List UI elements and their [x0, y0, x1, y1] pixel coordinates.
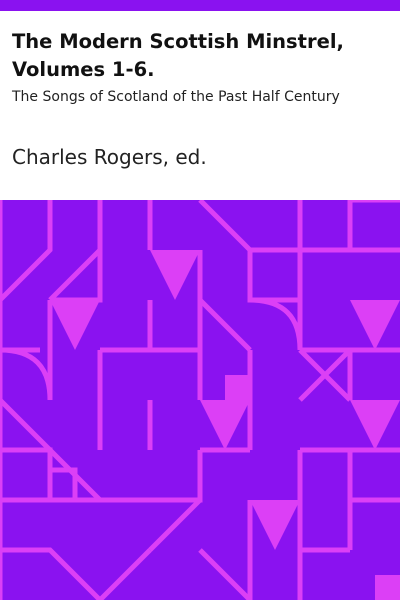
top-color-bar [0, 0, 400, 11]
cover-pattern-art [0, 200, 400, 600]
cover-header: The Modern Scottish Minstrel, Volumes 1-… [0, 11, 400, 200]
book-title: The Modern Scottish Minstrel, Volumes 1-… [12, 30, 344, 81]
pattern-square [375, 575, 400, 600]
pattern-square [225, 375, 250, 400]
book-subtitle: The Songs of Scotland of the Past Half C… [12, 89, 340, 105]
book-author: Charles Rogers, ed. [12, 145, 207, 169]
